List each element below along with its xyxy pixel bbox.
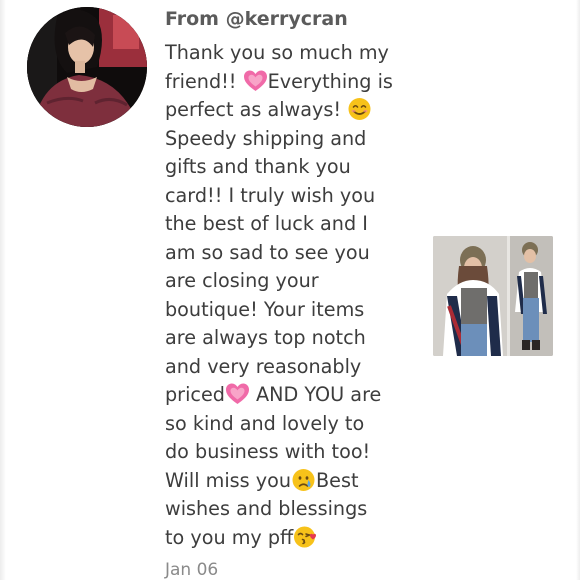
message-text: gifts and thank you [165,155,351,178]
message-text: wishes and blessings [165,497,368,520]
face-blowing-kiss-icon [293,525,318,549]
message-line: wishes and blessings [165,495,417,524]
message-line: Will miss you Best [165,467,417,496]
message-text: Everything is [267,69,393,93]
message-line: do business with too! [165,438,417,467]
message-text: do business with too! [165,440,371,463]
message-line: are always top notch [165,324,417,353]
message-text: perfect as always! [165,98,348,121]
message-line: friend!! Everything is [165,68,417,97]
message-text: priced [165,383,225,406]
avatar-image [27,7,147,127]
message-line: priced AND YOU are [165,381,417,410]
listing-image [433,236,553,356]
message-text: Best [316,468,359,492]
message-line: boutique! Your items [165,296,417,325]
growing-heart-icon [243,69,268,93]
review-message: Thank you so much my friend!! Everything … [165,39,417,552]
message-text: Will miss you [165,468,292,492]
message-line: the best of luck and I [165,210,417,239]
right-edge-shadow [576,0,580,580]
message-text: and very reasonably [165,354,362,378]
message-line: and very reasonably [165,353,417,382]
growing-heart-icon [225,382,250,406]
left-edge-shadow [0,0,6,580]
message-line: card!! I truly wish you [165,182,417,211]
message-text: boutique! Your items [165,297,365,321]
message-text: AND YOU are [249,383,382,406]
message-text: to you my pff [165,525,294,549]
sender-handle[interactable]: From @kerrycran [165,7,348,31]
message-line: are closing your [165,267,417,296]
message-text: are always top notch [165,326,366,349]
message-line: Thank you so much my [165,39,417,68]
smiling-face-icon [347,97,372,121]
message-text: Speedy shipping and [165,126,367,150]
message-text: so kind and lovely to [165,411,365,435]
message-text: the best of luck and I [165,212,368,235]
message-text: Thank you so much my [165,41,389,64]
user-avatar[interactable] [27,7,147,127]
message-text: am so sad to see you [165,240,370,264]
message-line: to you my pff [165,524,417,553]
message-text: friend!! [165,69,243,93]
message-line: Speedy shipping and [165,125,417,154]
message-line: so kind and lovely to [165,410,417,439]
crying-face-icon [291,468,316,492]
message-text: card!! I truly wish you [165,183,376,207]
message-line: gifts and thank you [165,153,417,182]
message-line: am so sad to see you [165,239,417,268]
message-text: are closing your [165,269,319,292]
review-date: Jan 06 [165,560,219,580]
review-card: From @kerrycran Thank you so much my frie… [0,0,580,580]
listing-photo[interactable] [433,236,553,356]
message-line: perfect as always! [165,96,417,125]
